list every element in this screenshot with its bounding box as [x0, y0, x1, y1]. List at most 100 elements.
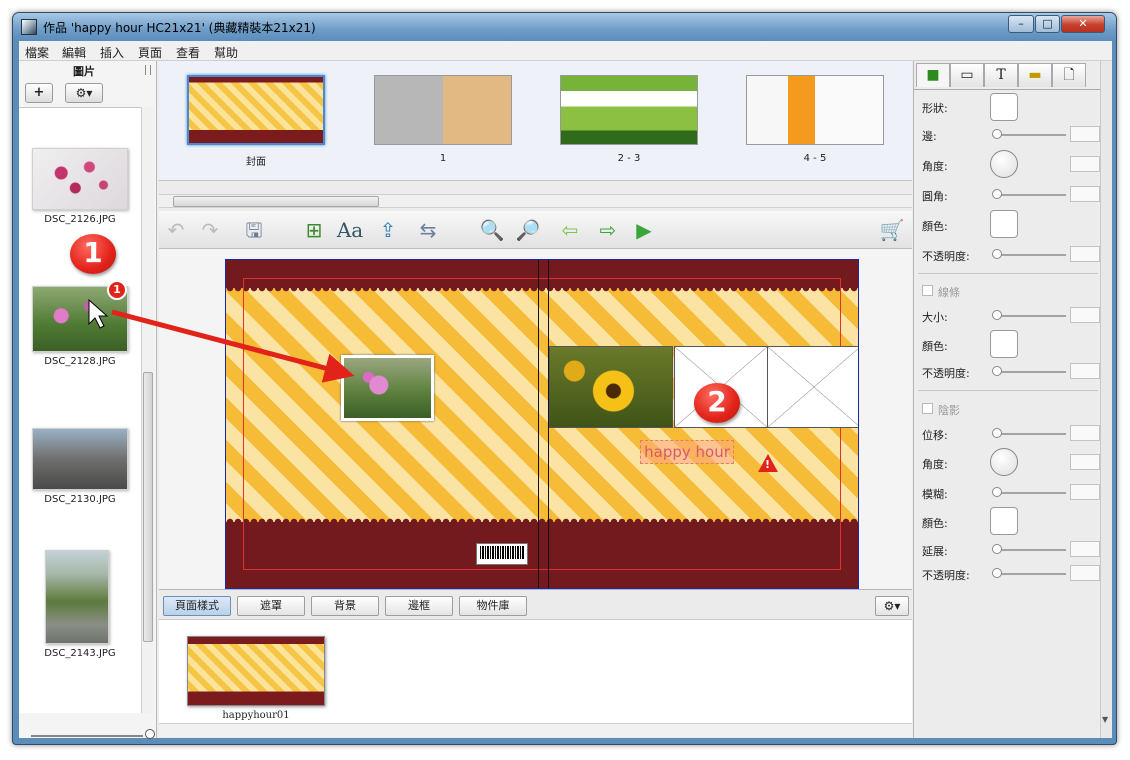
app-icon[interactable]	[21, 19, 37, 35]
tab-masks[interactable]: 遮罩	[237, 596, 305, 616]
page-icon[interactable]: 🗋	[1052, 63, 1086, 87]
photo-thumbnail[interactable]	[45, 550, 109, 644]
maximize-button[interactable]: □	[1035, 15, 1060, 33]
shadow-opacity-slider[interactable]	[994, 573, 1066, 575]
zoom-out-icon[interactable]: 🔍	[477, 215, 507, 245]
size-slider[interactable]	[994, 315, 1066, 317]
close-button[interactable]: ✕	[1061, 15, 1105, 33]
zoom-in-icon[interactable]: 🔎	[513, 215, 543, 245]
frame-properties-icon[interactable]: ▭	[950, 63, 984, 87]
spread-input[interactable]	[1070, 541, 1100, 557]
spread-strip-scrollbar[interactable]	[159, 194, 912, 208]
tab-backgrounds[interactable]: 背景	[311, 596, 379, 616]
layout-thumbnail[interactable]	[187, 636, 325, 706]
blur-slider[interactable]	[994, 492, 1066, 494]
shadow-checkbox[interactable]	[922, 403, 933, 414]
spread-thumbnail[interactable]	[374, 75, 512, 145]
title-text-box[interactable]: happy hour	[640, 440, 734, 464]
thumbnail-size-slider-knob[interactable]	[145, 729, 155, 739]
angle-input[interactable]	[1070, 156, 1100, 172]
tab-page-styles[interactable]: 頁面樣式	[163, 596, 231, 616]
shadow-opacity-slider-knob[interactable]	[992, 568, 1002, 578]
photo-thumbnail[interactable]	[32, 428, 128, 490]
spread-thumbnail[interactable]	[560, 75, 698, 145]
photo-thumbnail[interactable]	[32, 148, 128, 210]
sunflower-photo[interactable]	[549, 346, 673, 428]
thumbnail-size-slider[interactable]	[31, 735, 143, 737]
edge-slider-knob[interactable]	[992, 129, 1002, 139]
edge-slider[interactable]	[994, 134, 1066, 136]
spread-label: 1	[439, 153, 447, 164]
ruler-icon[interactable]: ▬	[1018, 63, 1052, 87]
stroke-opacity-slider-knob[interactable]	[992, 366, 1002, 376]
size-slider-knob[interactable]	[992, 310, 1002, 320]
opacity-slider-knob[interactable]	[992, 249, 1002, 259]
add-text-icon[interactable]: Aa	[335, 215, 365, 245]
shopping-cart-icon[interactable]: 🛒	[877, 215, 907, 245]
autofill-icon[interactable]: ⇪	[373, 215, 403, 245]
next-page-icon[interactable]: ⇨	[593, 215, 623, 245]
shadow-color-swatch[interactable]	[990, 507, 1018, 535]
spread-slider-knob[interactable]	[992, 544, 1002, 554]
tab-borders[interactable]: 邊框	[385, 596, 453, 616]
offset-slider[interactable]	[994, 433, 1066, 435]
size-input[interactable]	[1070, 307, 1100, 323]
corner-input[interactable]	[1070, 186, 1100, 202]
stroke-checkbox[interactable]	[922, 285, 933, 296]
back-cover-photo[interactable]	[341, 355, 434, 421]
angle-dial[interactable]	[990, 150, 1018, 178]
scrollbar-thumb[interactable]	[173, 196, 379, 207]
menu-insert[interactable]: 插入	[100, 44, 124, 61]
flip-pages-icon[interactable]: ⇆	[413, 215, 443, 245]
offset-input[interactable]	[1070, 425, 1100, 441]
undo-icon[interactable]: ↶	[161, 215, 191, 245]
photo-settings-gear-icon[interactable]: ⚙▾	[65, 83, 103, 103]
save-icon[interactable]: 🖫	[239, 215, 269, 245]
add-photo-frame-icon[interactable]: ⊞	[299, 215, 329, 245]
stroke-opacity-slider[interactable]	[994, 371, 1066, 373]
photo-list-scrollbar[interactable]	[141, 107, 154, 713]
title-bar[interactable]: 作品 'happy hour HC21x21' (典藏精裝本21x21) – □…	[13, 13, 1116, 41]
offset-slider-knob[interactable]	[992, 428, 1002, 438]
shape-picker[interactable]	[990, 93, 1018, 121]
menu-help[interactable]: 幫助	[214, 44, 238, 61]
tab-clipart[interactable]: 物件庫	[459, 596, 527, 616]
text-properties-icon[interactable]: T	[984, 63, 1018, 87]
shadow-opacity-input[interactable]	[1070, 565, 1100, 581]
library-gear-icon[interactable]: ⚙▾	[875, 596, 909, 616]
stroke-color-swatch[interactable]	[990, 330, 1018, 358]
corner-slider-knob[interactable]	[992, 189, 1002, 199]
minimize-button[interactable]: –	[1008, 15, 1034, 33]
corner-slider[interactable]	[994, 194, 1066, 196]
spread-slider[interactable]	[994, 549, 1066, 551]
preview-play-icon[interactable]: ▶	[629, 215, 659, 245]
opacity-input[interactable]	[1070, 246, 1100, 262]
menu-page[interactable]: 頁面	[138, 44, 162, 61]
previous-page-icon[interactable]: ⇦	[555, 215, 585, 245]
add-photo-button[interactable]: +	[25, 83, 53, 103]
shadow-angle-input[interactable]	[1070, 454, 1100, 470]
panel-grip-handle[interactable]	[145, 65, 151, 75]
color-swatch[interactable]	[990, 210, 1018, 238]
stroke-color-label: 顏色:	[922, 340, 948, 353]
properties-scrollbar[interactable]: ▼	[1100, 61, 1112, 738]
shadow-angle-dial[interactable]	[990, 448, 1018, 476]
scroll-down-arrow-icon[interactable]: ▼	[1102, 715, 1112, 725]
opacity-slider[interactable]	[994, 254, 1066, 256]
spread-thumbnail[interactable]	[187, 75, 325, 145]
spread-thumbnail[interactable]	[746, 75, 884, 145]
library-scrollbar[interactable]	[159, 723, 912, 737]
edge-input[interactable]	[1070, 126, 1100, 142]
blur-input[interactable]	[1070, 484, 1100, 500]
stroke-opacity-input[interactable]	[1070, 363, 1100, 379]
scrollbar-thumb[interactable]	[143, 372, 153, 642]
blur-slider-knob[interactable]	[992, 487, 1002, 497]
app-window: 作品 'happy hour HC21x21' (典藏精裝本21x21) – □…	[12, 12, 1117, 745]
redo-icon[interactable]: ↷	[195, 215, 225, 245]
shape-properties-icon[interactable]: ■	[916, 63, 950, 87]
empty-photo-frame[interactable]	[767, 346, 858, 428]
cover-spread[interactable]: happy hour !	[225, 259, 859, 589]
menu-view[interactable]: 查看	[176, 44, 200, 61]
menu-edit[interactable]: 編輯	[62, 44, 86, 61]
menu-file[interactable]: 檔案	[25, 44, 49, 61]
